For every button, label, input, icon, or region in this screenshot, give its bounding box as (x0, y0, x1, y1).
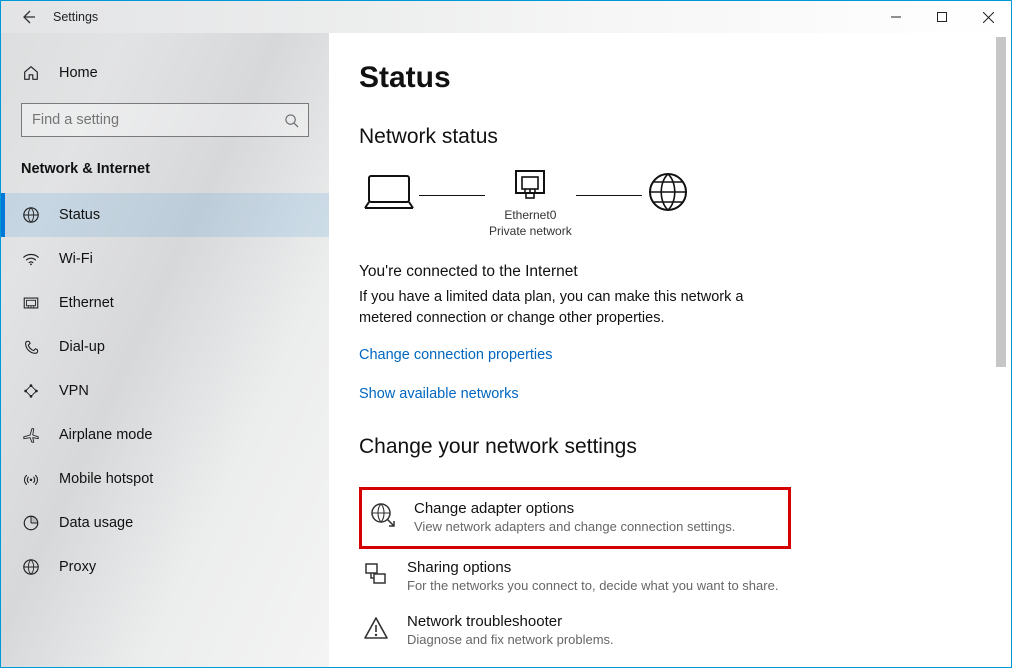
sidebar-item-label: Mobile hotspot (59, 471, 153, 487)
link-available-networks[interactable]: Show available networks (359, 386, 519, 402)
back-button[interactable] (9, 1, 47, 33)
adapter-options-icon (370, 502, 396, 528)
option-title: Network troubleshooter (407, 613, 614, 630)
sidebar-item-label: Wi-Fi (59, 251, 93, 267)
sidebar-home[interactable]: Home (1, 53, 329, 93)
sidebar-item-label: Ethernet (59, 295, 114, 311)
sidebar-home-label: Home (59, 65, 98, 81)
option-desc: For the networks you connect to, decide … (407, 578, 778, 593)
network-diagram: Ethernet0 Private network (363, 167, 981, 239)
sidebar-item-proxy[interactable]: Proxy (1, 545, 329, 589)
data-usage-icon (21, 513, 41, 533)
diagram-internet (646, 170, 690, 236)
page-title: Status (359, 61, 981, 95)
home-icon (21, 63, 41, 83)
ethernet-adapter-icon (513, 167, 547, 201)
sidebar-item-airplane[interactable]: Airplane mode (1, 413, 329, 457)
content-pane: Status Network status Ethernet0 (329, 33, 1011, 667)
hotspot-icon (21, 469, 41, 489)
sidebar-item-label: Proxy (59, 559, 96, 575)
option-title: Change adapter options (414, 500, 735, 517)
maximize-button[interactable] (919, 1, 965, 33)
globe-icon (646, 170, 690, 214)
search-input[interactable] (32, 112, 282, 128)
sidebar-item-hotspot[interactable]: Mobile hotspot (1, 457, 329, 501)
adapter-name: Ethernet0 (504, 208, 556, 222)
sidebar-section-heading: Network & Internet (1, 151, 329, 193)
sidebar-item-status[interactable]: Status (1, 193, 329, 237)
diagram-line (419, 195, 485, 196)
search-icon (282, 113, 300, 128)
option-sharing[interactable]: Sharing options For the networks you con… (359, 549, 791, 603)
network-status-heading: Network status (359, 125, 981, 149)
sidebar-item-vpn[interactable]: VPN (1, 369, 329, 413)
status-icon (21, 205, 41, 225)
scrollbar-thumb[interactable] (996, 37, 1006, 367)
sidebar-item-wifi[interactable]: Wi-Fi (1, 237, 329, 281)
diagram-computer (363, 172, 415, 234)
wifi-icon (21, 249, 41, 269)
option-troubleshooter[interactable]: Network troubleshooter Diagnose and fix … (359, 603, 791, 657)
sidebar-item-dialup[interactable]: Dial-up (1, 325, 329, 369)
option-desc: Diagnose and fix network problems. (407, 632, 614, 647)
window-controls (873, 1, 1011, 33)
sidebar: Home Network & Internet Status Wi-Fi (1, 33, 329, 667)
change-settings-heading: Change your network settings (359, 435, 981, 459)
sidebar-item-label: VPN (59, 383, 89, 399)
sidebar-item-label: Airplane mode (59, 427, 153, 443)
vpn-icon (21, 381, 41, 401)
content-scrollbar[interactable] (993, 35, 1009, 665)
connected-desc: If you have a limited data plan, you can… (359, 287, 779, 329)
sidebar-item-ethernet[interactable]: Ethernet (1, 281, 329, 325)
close-button[interactable] (965, 1, 1011, 33)
option-title: Sharing options (407, 559, 778, 576)
settings-list: Change adapter options View network adap… (359, 487, 981, 657)
option-change-adapter[interactable]: Change adapter options View network adap… (359, 487, 791, 549)
sharing-icon (363, 561, 389, 587)
dialup-icon (21, 337, 41, 357)
troubleshooter-icon (363, 615, 389, 641)
minimize-button[interactable] (873, 1, 919, 33)
option-desc: View network adapters and change connect… (414, 519, 735, 534)
titlebar: Settings (1, 1, 1011, 33)
link-connection-properties[interactable]: Change connection properties (359, 347, 552, 363)
adapter-type: Private network (489, 224, 572, 238)
search-box[interactable] (21, 103, 309, 137)
ethernet-icon (21, 293, 41, 313)
sidebar-item-label: Status (59, 207, 100, 223)
proxy-icon (21, 557, 41, 577)
window-body: Home Network & Internet Status Wi-Fi (1, 33, 1011, 667)
diagram-line (576, 195, 642, 196)
connected-heading: You're connected to the Internet (359, 263, 981, 281)
sidebar-item-label: Data usage (59, 515, 133, 531)
airplane-icon (21, 425, 41, 445)
computer-icon (363, 172, 415, 212)
window-title: Settings (53, 10, 98, 24)
diagram-adapter: Ethernet0 Private network (489, 167, 572, 239)
sidebar-item-datausage[interactable]: Data usage (1, 501, 329, 545)
sidebar-item-label: Dial-up (59, 339, 105, 355)
settings-window: Settings Home (0, 0, 1012, 668)
